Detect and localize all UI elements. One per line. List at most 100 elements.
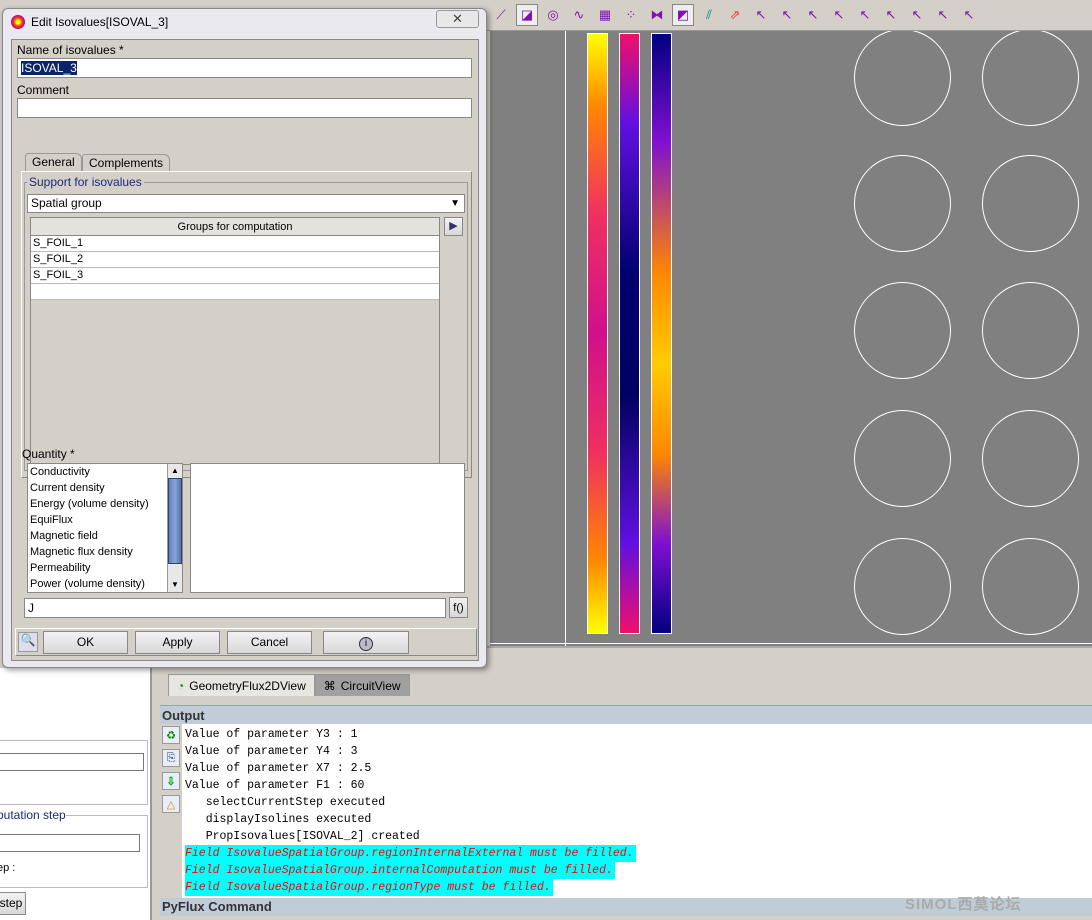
conductor-circle bbox=[854, 155, 951, 252]
copy-icon[interactable]: ⎘ bbox=[162, 749, 180, 767]
tab-general[interactable]: General bbox=[25, 153, 82, 171]
chevron-down-icon: ▼ bbox=[450, 198, 460, 209]
graphics-viewport[interactable] bbox=[490, 31, 1092, 646]
scrollbar-thumb[interactable] bbox=[168, 478, 182, 564]
apply-button[interactable]: Apply bbox=[135, 631, 220, 654]
conductor-circle bbox=[982, 282, 1079, 379]
left-input[interactable] bbox=[0, 753, 144, 771]
conductor-circle bbox=[854, 282, 951, 379]
cancel-button[interactable]: Cancel bbox=[227, 631, 312, 654]
clear-output-icon[interactable]: ♻ bbox=[162, 726, 180, 744]
conductor-circle bbox=[982, 410, 1079, 507]
select-delete-icon[interactable]: ↖ bbox=[750, 4, 772, 26]
flux-logo-icon bbox=[11, 15, 25, 29]
step-button[interactable]: step bbox=[0, 892, 26, 915]
formula-input[interactable]: J bbox=[24, 598, 446, 618]
quantity-scrollbar[interactable]: ▲ ▼ bbox=[167, 464, 182, 592]
table-row[interactable]: S_FOIL_1 bbox=[31, 236, 439, 252]
close-button[interactable]: ✕ bbox=[436, 10, 479, 28]
conductor-circle bbox=[854, 31, 951, 126]
step-input[interactable] bbox=[0, 834, 140, 852]
output-line: PropIsovalues[ISOVAL_2] created bbox=[185, 830, 420, 843]
select-edge-icon[interactable]: ↖ bbox=[880, 4, 902, 26]
output-line: displayIsolines executed bbox=[185, 813, 372, 826]
grid-icon[interactable]: ▦ bbox=[594, 4, 616, 26]
warning-filter-icon[interactable]: △ bbox=[162, 795, 180, 813]
line-icon[interactable]: ⟋ bbox=[490, 4, 512, 26]
select-line-icon[interactable]: ↖ bbox=[828, 4, 850, 26]
output-console[interactable]: Value of parameter Y3 : 1 Value of parame… bbox=[182, 724, 1092, 898]
output-toolbar: ♻ ⎘ ⇩ △ bbox=[160, 724, 182, 898]
dialog-body: Name of isovalues * ISOVAL_3 Comment Gen… bbox=[11, 39, 479, 661]
list-item[interactable]: EquiFlux bbox=[28, 512, 182, 528]
table-row[interactable]: S_FOIL_3 bbox=[31, 268, 439, 284]
scroll-down-arrow-icon[interactable]: ▼ bbox=[168, 578, 182, 592]
add-group-button[interactable]: ▶ bbox=[444, 217, 463, 236]
select-region-icon[interactable]: ↖ bbox=[906, 4, 928, 26]
list-item[interactable]: Conductivity bbox=[28, 464, 182, 480]
select-grid-icon[interactable]: ↖ bbox=[958, 4, 980, 26]
bottom-line bbox=[490, 643, 1092, 644]
computation-step-group: putation step ep : bbox=[0, 808, 148, 888]
name-input[interactable]: ISOVAL_3 bbox=[17, 58, 472, 78]
help-search-icon[interactable]: 🔍 bbox=[18, 632, 38, 652]
scroll-up-icon[interactable]: ▲ bbox=[168, 464, 182, 478]
quantity-detail-list[interactable] bbox=[190, 463, 465, 593]
table-row-empty[interactable] bbox=[31, 284, 439, 300]
curve-icon[interactable]: ∿ bbox=[568, 4, 590, 26]
conductor-circle bbox=[982, 155, 1079, 252]
list-item[interactable]: Magnetic flux density bbox=[28, 544, 182, 560]
list-item[interactable]: Permeability bbox=[28, 560, 182, 576]
select-point-icon[interactable]: ↖ bbox=[802, 4, 824, 26]
output-line: Value of parameter Y3 : 1 bbox=[185, 728, 358, 741]
list-item[interactable]: Magnetic field bbox=[28, 528, 182, 544]
isovalues-icon[interactable]: ◩ bbox=[672, 4, 694, 26]
name-label: Name of isovalues * bbox=[17, 43, 124, 57]
dialog-title-bar: Edit Isovalues[ISOVAL_3] bbox=[11, 15, 168, 29]
quantity-list[interactable]: Conductivity Current density Energy (volum… bbox=[27, 463, 183, 593]
support-select[interactable]: Spatial group ▼ bbox=[27, 194, 465, 213]
play-arrow-icon: ▶ bbox=[449, 220, 458, 232]
list-item[interactable]: Current density bbox=[28, 480, 182, 496]
tab-geometry-view[interactable]: ◔ GeometryFlux2DView bbox=[168, 674, 315, 696]
close-icon: ✕ bbox=[452, 11, 463, 26]
error-line: Field IsovalueSpatialGroup.regionInterna… bbox=[185, 845, 636, 862]
output-header: Output bbox=[160, 705, 1092, 724]
toolbar: ⟋ ◪ ◎ ∿ ▦ ⁘ ⧓ ◩ ⫽ ⇗ ↖ ↖ ↖ ↖ ↖ ↖ ↖ ↖ ↖ bbox=[470, 0, 1092, 31]
output-line: Value of parameter Y4 : 3 bbox=[185, 745, 358, 758]
quantity-label: Quantity * bbox=[22, 447, 75, 461]
info-icon: i bbox=[359, 637, 373, 651]
ok-button[interactable]: OK bbox=[43, 631, 128, 654]
list-item[interactable]: Power (volume density) bbox=[28, 576, 182, 592]
output-line: Value of parameter F1 : 60 bbox=[185, 779, 365, 792]
error-line: Field IsovalueSpatialGroup.regionType mu… bbox=[185, 879, 553, 896]
mesh-icon[interactable]: ⧓ bbox=[646, 4, 668, 26]
region-icon[interactable]: ◎ bbox=[542, 4, 564, 26]
function-button[interactable]: f() bbox=[449, 597, 468, 618]
watermark: SIMOL西莫论坛 bbox=[905, 896, 1022, 913]
table-row[interactable]: S_FOIL_2 bbox=[31, 252, 439, 268]
boundary-line bbox=[565, 31, 566, 646]
foil-2-isovalue bbox=[619, 33, 640, 634]
tab-complements[interactable]: Complements bbox=[82, 154, 171, 172]
foil-1-isovalue bbox=[587, 33, 608, 634]
select-face-icon[interactable]: ↖ bbox=[854, 4, 876, 26]
groups-table[interactable]: Groups for computation S_FOIL_1 S_FOIL_2 S… bbox=[30, 217, 440, 465]
select-curve-icon[interactable]: ↖ bbox=[932, 4, 954, 26]
view-tabs: ◔ GeometryFlux2DView ⌘ CircuitView bbox=[160, 674, 1092, 698]
comment-label: Comment bbox=[17, 83, 70, 97]
groups-column-header[interactable]: Groups for computation bbox=[31, 218, 439, 236]
comment-input[interactable] bbox=[17, 98, 472, 118]
info-button[interactable]: i bbox=[323, 631, 409, 654]
conductor-circle bbox=[854, 538, 951, 635]
list-item[interactable]: Energy (volume density) bbox=[28, 496, 182, 512]
tab-circuit-view[interactable]: ⌘ CircuitView bbox=[314, 674, 410, 696]
scroll-down-icon[interactable]: ⇩ bbox=[162, 772, 180, 790]
points-icon[interactable]: ⁘ bbox=[620, 4, 642, 26]
dialog-title: Edit Isovalues[ISOVAL_3] bbox=[31, 15, 169, 29]
left-group-box bbox=[0, 740, 148, 805]
face-icon[interactable]: ◪ bbox=[516, 4, 538, 26]
select-query-icon[interactable]: ↖ bbox=[776, 4, 798, 26]
isolines-icon[interactable]: ⫽ bbox=[698, 4, 720, 26]
arrows-icon[interactable]: ⇗ bbox=[724, 4, 746, 26]
